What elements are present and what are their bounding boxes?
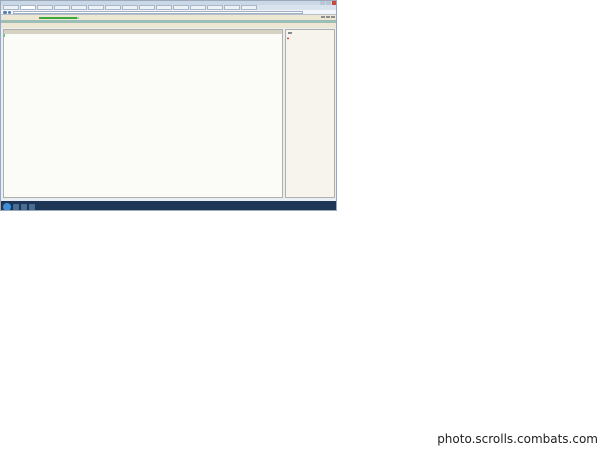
taskbar-app-icon[interactable] (13, 203, 19, 210)
forward-icon[interactable] (7, 10, 11, 14)
chat-panel (3, 29, 283, 198)
online-user[interactable]: ● (286, 36, 334, 40)
online-list-panel: ● (285, 29, 335, 198)
game-menu-item[interactable] (1, 20, 57, 23)
game-menu (1, 20, 336, 23)
header-button[interactable] (321, 16, 325, 18)
taskbar-app-icon[interactable] (21, 203, 27, 210)
refresh-button[interactable] (288, 31, 292, 34)
address-bar[interactable] (13, 10, 303, 15)
back-icon[interactable] (3, 10, 7, 14)
windows-taskbar (1, 201, 336, 210)
message-time[interactable] (4, 34, 5, 37)
user-icon: ● (287, 36, 290, 40)
chat-messages (4, 34, 282, 37)
close-icon[interactable] (332, 1, 336, 5)
game-menu-item[interactable] (57, 20, 113, 23)
nav-buttons (3, 10, 11, 14)
header-buttons (321, 16, 335, 18)
minimize-icon[interactable] (320, 1, 325, 5)
maximize-icon[interactable] (326, 1, 331, 5)
screenshot-frame: ● (0, 0, 337, 211)
game-menu-item[interactable] (113, 20, 169, 23)
game-menu-item[interactable] (282, 20, 336, 23)
header-button[interactable] (326, 16, 330, 18)
taskbar-app-icon[interactable] (29, 203, 35, 210)
start-button-icon[interactable] (3, 202, 11, 210)
hp-bar-fill (39, 17, 77, 19)
game-header (1, 15, 336, 28)
watermark-text: photo.scrolls.combats.com (437, 432, 598, 446)
chat-message (4, 34, 282, 37)
window-controls (320, 1, 336, 5)
hp-bar (39, 17, 79, 19)
game-menu-item[interactable] (170, 20, 226, 23)
game-menu-item[interactable] (226, 20, 282, 23)
header-button[interactable] (331, 16, 335, 18)
